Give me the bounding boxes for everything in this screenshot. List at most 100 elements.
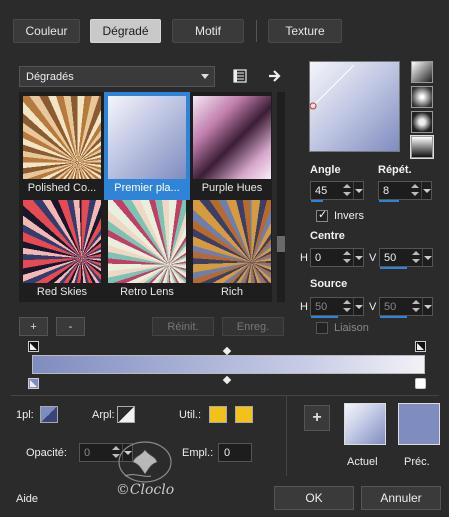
- invert-checkbox[interactable]: [316, 208, 328, 222]
- style-linear-icon[interactable]: [411, 61, 433, 83]
- tab-couleur[interactable]: Couleur: [13, 19, 80, 43]
- empl-input[interactable]: 0: [218, 443, 252, 462]
- repeat-slider-bar: [379, 200, 399, 202]
- center-h-value: 0: [315, 251, 322, 264]
- opacity-label: Opacité:: [26, 447, 67, 459]
- color-stop-left[interactable]: [28, 378, 39, 389]
- opacity-value: 0: [84, 446, 91, 459]
- gradient-thumbnail-grid: Polished Co... Premier pla... Purple Hue…: [19, 92, 272, 302]
- chevron-down-icon[interactable]: [421, 182, 431, 199]
- angle-value: 45: [315, 184, 328, 197]
- center-h-label: H: [300, 252, 308, 264]
- first-plane-label: 1pl:: [16, 409, 34, 421]
- spinner-arrows-icon[interactable]: [342, 183, 352, 198]
- gradient-editor-bar[interactable]: [32, 355, 425, 374]
- spinner-arrows-icon[interactable]: [411, 299, 421, 314]
- center-v-value: 50: [384, 251, 397, 264]
- dropdown-value: Dégradés: [26, 70, 74, 83]
- source-v-label: V: [369, 301, 377, 313]
- center-h-input[interactable]: 0: [310, 248, 364, 267]
- opacity-stop-left[interactable]: [28, 341, 39, 352]
- thumbnail-label: Retro Lens: [120, 286, 174, 298]
- angle-label: Angle: [310, 164, 341, 176]
- color-midpoint[interactable]: [222, 375, 232, 385]
- thumbnail-red-skies[interactable]: Red Skies: [21, 198, 103, 302]
- add-swatch-button[interactable]: +: [304, 405, 330, 431]
- tab-motif[interactable]: Motif: [172, 19, 244, 43]
- center-v-input[interactable]: 50: [379, 248, 433, 269]
- previous-swatch[interactable]: [398, 403, 440, 445]
- thumbnail-image: [23, 200, 101, 283]
- reset-button[interactable]: Réinit.: [152, 317, 214, 336]
- source-h-input[interactable]: 50: [310, 297, 364, 318]
- style-sunburst-icon[interactable]: [411, 111, 433, 133]
- save-button[interactable]: Enreg.: [222, 317, 284, 336]
- ok-button[interactable]: OK: [274, 486, 354, 510]
- repeat-input[interactable]: 8: [378, 181, 432, 202]
- tab-degrade[interactable]: Dégradé: [90, 19, 161, 43]
- spinner-arrows-icon[interactable]: [410, 183, 420, 198]
- spinner-arrows-icon[interactable]: [342, 250, 352, 265]
- add-gradient-button[interactable]: +: [19, 317, 48, 336]
- thumbnail-retro-lens[interactable]: Retro Lens: [106, 198, 188, 302]
- previous-label: Préc.: [404, 456, 430, 468]
- remove-gradient-button[interactable]: -: [56, 317, 85, 336]
- link-label: Liaison: [334, 322, 369, 334]
- source-v-slider-bar: [380, 316, 407, 318]
- thumbnail-scrollbar[interactable]: [277, 92, 285, 302]
- help-label[interactable]: Aide: [16, 493, 38, 505]
- arpl-swatch[interactable]: [117, 406, 135, 423]
- empl-value: 0: [224, 446, 231, 459]
- gradient-preview[interactable]: [309, 61, 400, 152]
- chevron-down-icon[interactable]: [353, 298, 363, 315]
- invert-label: Invers: [334, 210, 364, 222]
- thumbnail-rich[interactable]: Rich: [191, 198, 272, 302]
- thumbnail-image: [23, 96, 101, 179]
- watermark-logo: ©Cloclo: [95, 432, 195, 504]
- gradient-library-dropdown[interactable]: Dégradés: [19, 66, 215, 87]
- source-label: Source: [310, 278, 348, 290]
- thumbnail-polished-copper[interactable]: Polished Co...: [21, 94, 103, 198]
- arrow-right-icon[interactable]: [266, 67, 284, 85]
- style-radial-icon[interactable]: [410, 135, 434, 159]
- source-h-label: H: [300, 301, 308, 313]
- util-swatch-1[interactable]: [209, 406, 227, 423]
- tab-separator: [256, 20, 257, 42]
- angle-slider-bar: [311, 200, 323, 202]
- opacity-stop-right[interactable]: [415, 341, 426, 352]
- chevron-down-icon[interactable]: [353, 249, 363, 266]
- spinner-arrows-icon[interactable]: [411, 250, 421, 265]
- tab-texture[interactable]: Texture: [268, 19, 342, 43]
- spinner-arrows-icon[interactable]: [342, 299, 352, 314]
- angle-input[interactable]: 45: [310, 181, 364, 202]
- chevron-down-icon[interactable]: [353, 182, 363, 199]
- scrollbar-thumb[interactable]: [277, 236, 285, 252]
- cancel-button[interactable]: Annuler: [361, 486, 441, 510]
- util-swatch-2[interactable]: [235, 406, 253, 423]
- arpl-label: Arpl:: [92, 409, 115, 421]
- repeat-value: 8: [383, 184, 390, 197]
- editor-divider: [11, 395, 439, 396]
- link-checkbox[interactable]: [316, 322, 328, 334]
- watermark-text: ©Cloclo: [115, 482, 175, 498]
- source-v-value: 50: [384, 300, 397, 313]
- style-rect-icon[interactable]: [411, 86, 433, 108]
- thumbnail-premier-plan[interactable]: Premier pla...: [104, 92, 190, 200]
- chevron-down-icon[interactable]: [422, 249, 432, 266]
- thumbnail-purple-hues[interactable]: Purple Hues: [191, 94, 272, 198]
- color-stop-right[interactable]: [415, 378, 426, 389]
- thumbnail-label: Rich: [220, 286, 243, 298]
- opacity-midpoint[interactable]: [222, 346, 232, 356]
- thumbnail-image: [108, 200, 186, 283]
- chevron-down-icon[interactable]: [422, 298, 432, 315]
- first-plane-swatch[interactable]: [40, 406, 58, 423]
- source-v-input[interactable]: 50: [379, 297, 433, 318]
- book-icon[interactable]: [232, 67, 248, 85]
- center-label: Centre: [310, 230, 345, 242]
- current-swatch[interactable]: [344, 403, 386, 445]
- chevron-down-icon: [201, 74, 209, 79]
- thumbnail-image: [193, 96, 271, 179]
- source-h-value: 50: [315, 300, 328, 313]
- thumbnail-label: Polished Co...: [27, 182, 97, 194]
- center-v-label: V: [369, 252, 377, 264]
